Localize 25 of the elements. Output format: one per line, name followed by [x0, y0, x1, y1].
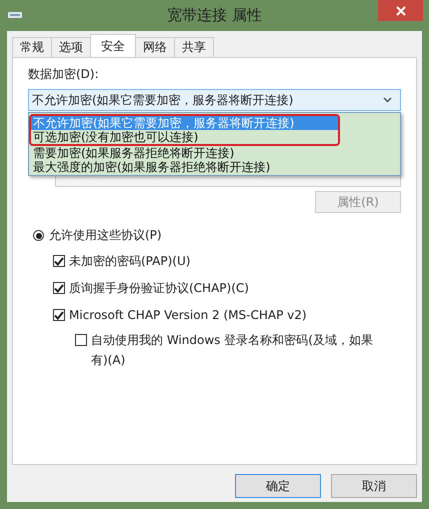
checkbox[interactable]: [75, 334, 87, 346]
dropdown-option[interactable]: 可选加密(没有加密也可以连接): [31, 130, 338, 144]
close-icon: [396, 6, 406, 16]
tab[interactable]: 常规: [12, 37, 52, 57]
encryption-label: 数据加密(D):: [28, 66, 100, 83]
checkbox[interactable]: [53, 255, 65, 267]
encryption-dropdown[interactable]: 不允许加密(如果它需要加密，服务器将断开连接): [28, 89, 401, 111]
checkbox[interactable]: [53, 282, 65, 294]
checkbox-label: 未加密的密码(PAP)(U): [69, 253, 190, 270]
radio-label: 允许使用这些协议(P): [49, 227, 162, 244]
dropdown-option[interactable]: 最大强度的加密(如果服务器拒绝将断开连接): [29, 160, 400, 174]
radio-button[interactable]: [33, 230, 44, 241]
dropdown-option[interactable]: 需要加密(如果服务器拒绝将断开连接): [29, 146, 400, 160]
window-title: 宽带连接 属性: [167, 6, 262, 25]
close-button[interactable]: [378, 0, 423, 21]
dialog-button[interactable]: 取消: [331, 474, 417, 498]
dialog-button[interactable]: 确定: [235, 474, 321, 498]
network-icon: [7, 10, 23, 20]
checkbox-label: 自动使用我的 Windows 登录名称和密码(及域，如果有)(A): [91, 332, 374, 369]
tab[interactable]: 安全: [90, 34, 136, 57]
tab[interactable]: 共享: [174, 37, 214, 57]
chevron-icon: [383, 97, 392, 103]
checkbox-label: 质询握手身份验证协议(CHAP)(C): [69, 280, 249, 297]
checkbox[interactable]: [53, 309, 65, 321]
checkbox-label: Microsoft CHAP Version 2 (MS-CHAP v2): [69, 307, 307, 324]
